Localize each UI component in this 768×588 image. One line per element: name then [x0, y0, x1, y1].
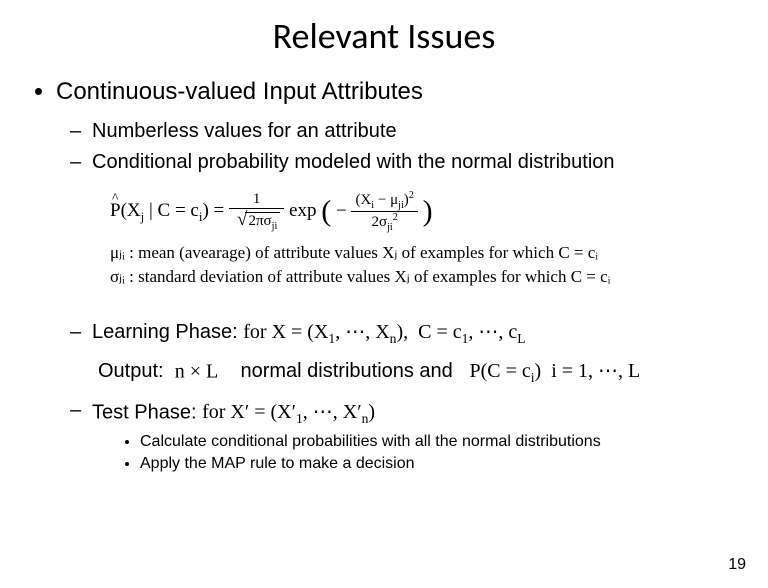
- sub-learning-phase: Learning Phase: for X = (X1, ⋯, Xn), C =…: [92, 313, 740, 391]
- page-number: 19: [728, 556, 746, 574]
- bullet-level2-list: Numberless values for an attribute Condi…: [56, 120, 740, 174]
- sub-normal-dist: Conditional probability modeled with the…: [92, 151, 740, 174]
- learning-phase-for: for X = (X1, ⋯, Xn), C = c1, ⋯, cL: [243, 321, 525, 343]
- output-label: Output:: [92, 360, 164, 382]
- bullet-level1-list: Continuous-valued Input Attributes Numbe…: [28, 78, 740, 473]
- equation-main: P(Xj | C = ci) = 12πσji exp ( − (Xi − μj…: [110, 190, 740, 233]
- bullet-continuous-attrs: Continuous-valued Input Attributes Numbe…: [56, 78, 740, 473]
- mu-definition: μⱼᵢ : mean (avearage) of attribute value…: [110, 243, 740, 263]
- tp-calc-probs: Calculate conditional probabilities with…: [140, 433, 740, 451]
- slide-title: Relevant Issues: [28, 14, 740, 58]
- tp-apply-map: Apply the MAP rule to make a decision: [140, 455, 740, 473]
- n-times-L: n × L: [175, 361, 219, 383]
- bullet1-text: Continuous-valued Input Attributes: [56, 78, 423, 105]
- sub-numberless: Numberless values for an attribute: [92, 120, 740, 143]
- prior-prob: P(C = ci) i = 1, ⋯, L: [469, 360, 640, 382]
- bullet-level2-list-b: Learning Phase: for X = (X1, ⋯, Xn), C =…: [56, 313, 740, 473]
- exp-label: exp: [289, 200, 316, 221]
- bullet-level3-list: Calculate conditional probabilities with…: [92, 433, 740, 473]
- test-phase-label: Test Phase:: [92, 402, 197, 424]
- sub-test-phase: Test Phase: for X′ = (X′1, ⋯, X′n) Calcu…: [92, 399, 740, 473]
- sigma-definition: σⱼᵢ : standard deviation of attribute va…: [110, 267, 740, 287]
- equation-block: P(Xj | C = ci) = 12πσji exp ( − (Xi − μj…: [56, 182, 740, 295]
- test-phase-for: for X′ = (X′1, ⋯, X′n): [202, 401, 375, 423]
- normal-dists-and: normal distributions and: [240, 360, 452, 382]
- slide: Relevant Issues Continuous-valued Input …: [0, 0, 768, 588]
- learning-phase-label: Learning Phase:: [92, 321, 238, 343]
